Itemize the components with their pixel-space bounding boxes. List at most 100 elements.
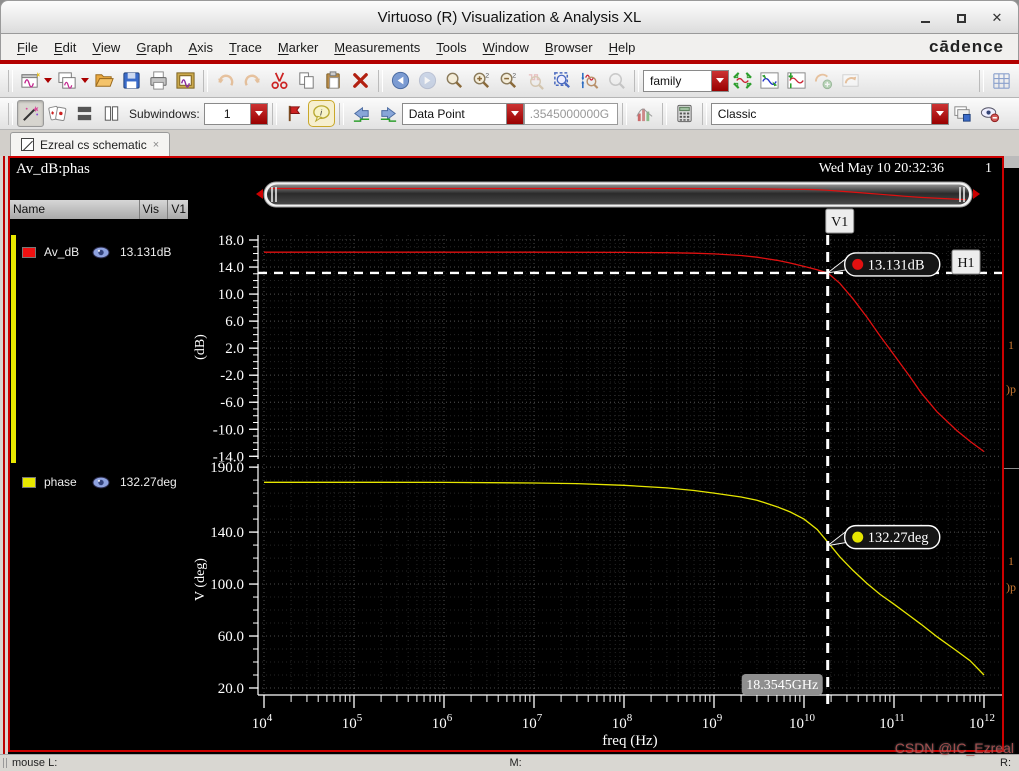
flag-icon[interactable] (281, 100, 308, 127)
svg-text:109: 109 (702, 712, 723, 732)
undo-icon[interactable] (212, 67, 239, 94)
split-vertical-icon[interactable] (98, 100, 125, 127)
paste-icon[interactable] (320, 67, 347, 94)
cards-icon[interactable] (44, 100, 71, 127)
subwindows-value: 1 (223, 106, 231, 121)
new-window-button[interactable] (17, 67, 44, 94)
save-icon[interactable] (118, 67, 145, 94)
menu-marker[interactable]: Marker (270, 37, 326, 58)
print-icon[interactable] (145, 67, 172, 94)
statusbar-grip (3, 758, 7, 768)
legend-row-av-db[interactable]: Av_dB 13.131dB (10, 242, 196, 262)
copy-icon[interactable] (293, 67, 320, 94)
toolbar-secondary: Subwindows: 1 i Data Point .3545000000G (0, 98, 1019, 130)
datapoint-value-field[interactable]: .3545000000G (523, 102, 618, 125)
hide-labels-icon[interactable] (976, 100, 1003, 127)
menu-browser[interactable]: Browser (537, 37, 601, 58)
menu-tools[interactable]: Tools (428, 37, 474, 58)
svg-text:2.0: 2.0 (225, 341, 244, 357)
add-trace-icon[interactable] (810, 67, 837, 94)
forward-icon[interactable] (414, 67, 441, 94)
menu-window[interactable]: Window (475, 37, 537, 58)
svg-text:-2.0: -2.0 (220, 368, 244, 384)
status-mouse-right: R: (1000, 757, 1011, 769)
menu-measurements[interactable]: Measurements (326, 37, 428, 58)
split-horizontal-icon[interactable] (71, 100, 98, 127)
zoom-transient-icon[interactable] (522, 67, 549, 94)
back-icon[interactable] (387, 67, 414, 94)
save-style-icon[interactable] (949, 100, 976, 127)
fit-x-icon[interactable] (756, 67, 783, 94)
svg-text:140.0: 140.0 (210, 525, 244, 541)
style-combo-arrow-icon[interactable] (930, 103, 948, 124)
svg-text:H1: H1 (957, 256, 974, 271)
visibility-eye-icon[interactable] (92, 476, 114, 489)
family-combo[interactable]: family (643, 69, 729, 92)
new-window-dropdown[interactable] (42, 67, 54, 94)
svg-text:60.0: 60.0 (218, 629, 244, 645)
svg-text:2: 2 (512, 73, 516, 80)
export-image-icon[interactable] (172, 67, 199, 94)
redo-icon[interactable] (239, 67, 266, 94)
zoom-out-full-icon[interactable] (603, 67, 630, 94)
tab-ezreal-cs-schematic[interactable]: Ezreal cs schematic × (10, 132, 171, 156)
menu-axis[interactable]: Axis (180, 37, 221, 58)
strip-indicator-bar[interactable] (11, 235, 16, 463)
fit-traces-icon[interactable] (729, 67, 756, 94)
zoom-out-icon[interactable]: 2 (495, 67, 522, 94)
subwindows-spinner[interactable]: 1 (203, 102, 268, 125)
table-grid-icon[interactable] (988, 67, 1015, 94)
menu-help[interactable]: Help (601, 37, 644, 58)
datapoint-combo-arrow-icon[interactable] (505, 103, 523, 124)
next-point-icon[interactable] (375, 100, 402, 127)
menu-trace[interactable]: Trace (221, 37, 270, 58)
menu-edit[interactable]: Edit (46, 37, 84, 58)
legend-row-phase[interactable]: phase 132.27deg (10, 472, 196, 492)
refresh-trace-icon[interactable] (837, 67, 864, 94)
subwindows-arrow-icon[interactable] (249, 103, 267, 124)
datapoint-combo-value: Data Point (408, 106, 465, 121)
svg-text:106: 106 (432, 712, 453, 732)
menu-graph[interactable]: Graph (128, 37, 180, 58)
trace-marker-value: 13.131dB (120, 245, 172, 259)
label-balloon-icon[interactable]: i (307, 100, 335, 127)
zoom-y-icon[interactable] (576, 67, 603, 94)
style-combo[interactable]: Classic (710, 102, 949, 125)
background-window-right-sliver: 1 )p 1 )p (1004, 156, 1019, 754)
datapoint-combo[interactable]: Data Point (401, 102, 524, 125)
menu-file[interactable]: File (9, 37, 46, 58)
svg-text:107: 107 (522, 712, 543, 732)
histogram-icon[interactable] (631, 100, 658, 127)
zoom-icon[interactable] (441, 67, 468, 94)
svg-text:18.3545GHz: 18.3545GHz (746, 678, 818, 693)
tab-close-icon[interactable]: × (153, 139, 159, 151)
new-subwindow-dropdown[interactable] (79, 67, 91, 94)
zoom-fit-icon[interactable] (549, 67, 576, 94)
maximize-button[interactable] (950, 8, 972, 28)
cut-icon[interactable] (266, 67, 293, 94)
fit-y-icon[interactable] (783, 67, 810, 94)
svg-text:105: 105 (342, 712, 363, 732)
tabbar: Ezreal cs schematic × (0, 130, 1019, 156)
svg-text:20.0: 20.0 (218, 681, 244, 697)
close-button[interactable]: ✕ (986, 8, 1008, 28)
svg-text:6.0: 6.0 (225, 314, 244, 330)
status-mouse-middle: M: (509, 757, 522, 769)
delete-icon[interactable] (347, 67, 374, 94)
statusbar: mouse L: M: R: (0, 754, 1019, 771)
minimize-button[interactable] (914, 8, 936, 28)
calculator-icon[interactable] (671, 100, 698, 127)
svg-text:1011: 1011 (879, 712, 905, 732)
slider-right-arrow-icon (973, 189, 980, 199)
visibility-eye-icon[interactable] (92, 246, 114, 259)
open-icon[interactable] (91, 67, 118, 94)
svg-text:190.0: 190.0 (210, 460, 244, 476)
zoom-in-icon[interactable]: 2 (468, 67, 495, 94)
graph-timestamp: Wed May 10 20:32:36 (818, 161, 944, 176)
new-subwindow-button[interactable] (54, 67, 81, 94)
x-range-slider[interactable] (256, 181, 980, 208)
menu-view[interactable]: View (84, 37, 128, 58)
wand-icon[interactable] (17, 100, 44, 127)
prev-point-icon[interactable] (348, 100, 375, 127)
family-combo-arrow-icon[interactable] (711, 70, 728, 91)
